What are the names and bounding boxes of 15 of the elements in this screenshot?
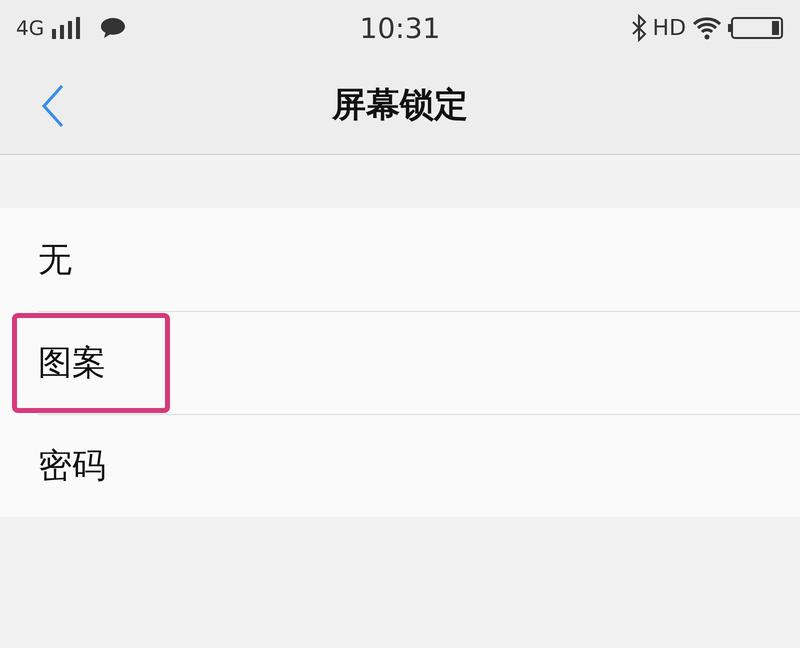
clock-time: 10:31	[360, 12, 440, 44]
option-label: 无	[38, 238, 72, 282]
page-title: 屏幕锁定	[332, 84, 468, 127]
option-label: 图案	[38, 342, 106, 384]
message-icon	[100, 17, 126, 39]
option-row[interactable]: 密码	[0, 414, 800, 517]
option-row[interactable]: 图案	[0, 311, 800, 414]
wifi-icon	[692, 16, 722, 40]
network-label: 4G	[16, 16, 44, 40]
battery-icon	[728, 16, 784, 40]
bluetooth-icon	[630, 14, 647, 42]
hd-label: HD	[652, 16, 686, 40]
signal-icon	[52, 17, 80, 39]
option-label: 密码	[38, 444, 106, 488]
option-row[interactable]: 无	[0, 208, 800, 311]
